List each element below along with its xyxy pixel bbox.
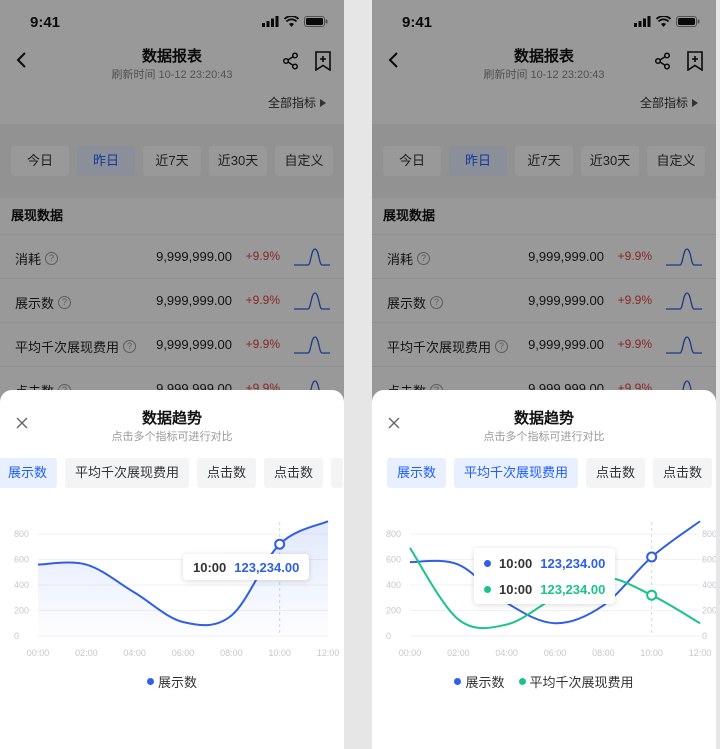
metric-chip-impressions[interactable]: 展示数 <box>387 458 447 488</box>
y-tick-label: 0 <box>14 631 19 641</box>
tooltip-value: 123,234.00 <box>540 555 606 571</box>
y-tick-label: 200 <box>14 606 29 616</box>
y-tick-label: 200 <box>386 606 401 616</box>
metric-chip-list: 展示数 平均千次展现费用 点击数 点击数 <box>387 458 713 488</box>
tooltip-row: 10:00 123,234.00 <box>484 550 605 576</box>
tooltip-time: 10:00 <box>499 581 533 597</box>
tooltip-row: 10:00 123,234.00 <box>484 576 605 602</box>
x-tick-label: 08:00 <box>592 648 615 658</box>
tooltip-value: 123,234.00 <box>540 581 606 597</box>
chart-legend: 展示数 平均千次展现费用 <box>372 672 716 691</box>
trend-bottom-sheet: 数据趋势 点击多个指标可进行对比 展示数 平均千次展现费用 点击数 点击数 02… <box>0 390 344 749</box>
tooltip-value: 123,234.00 <box>234 559 300 575</box>
y-tick-label: 800 <box>14 529 29 539</box>
highlight-point <box>274 538 286 550</box>
x-tick-label: 10:00 <box>268 648 291 658</box>
legend-dot <box>518 678 526 685</box>
trend-bottom-sheet: 数据趋势 点击多个指标可进行对比 展示数 平均千次展现费用 点击数 点击数 00… <box>372 390 716 749</box>
y-tick-label-right: 400 <box>702 580 716 590</box>
x-tick-label: 04:00 <box>123 648 146 658</box>
x-tick-label: 02:00 <box>75 648 98 658</box>
y-tick-label-right: 800 <box>702 529 716 539</box>
sheet-subtitle: 点击多个指标可进行对比 <box>111 431 233 443</box>
x-tick-label: 06:00 <box>544 648 567 658</box>
metric-chip-cpm[interactable]: 平均千次展现费用 <box>65 458 190 488</box>
legend-item[interactable]: 平均千次展现费用 <box>518 672 634 691</box>
tooltip-dot <box>484 559 491 567</box>
x-tick-label: 02:00 <box>447 648 470 658</box>
metric-chip-clicks[interactable]: 点击数 <box>586 458 646 488</box>
x-tick-label: 00:00 <box>399 648 422 658</box>
x-tick-label: 10:00 <box>640 648 663 658</box>
chart-legend: 展示数 <box>0 672 344 691</box>
y-tick-label: 400 <box>14 580 29 590</box>
highlight-point <box>646 551 658 563</box>
x-tick-label: 06:00 <box>172 648 195 658</box>
metric-chip-impressions[interactable]: 展示数 <box>0 458 58 488</box>
y-tick-label: 600 <box>14 555 29 565</box>
x-tick-label: 12:00 <box>689 648 712 658</box>
x-tick-label: 00:00 <box>27 648 50 658</box>
metric-chip-partial[interactable] <box>331 458 344 488</box>
legend-item[interactable]: 展示数 <box>146 672 197 691</box>
legend-dot <box>454 678 462 685</box>
x-tick-label: 08:00 <box>220 648 243 658</box>
tooltip-row: 10:00 123,234.00 <box>193 554 299 580</box>
y-tick-label-right: 200 <box>702 606 716 616</box>
metric-chip-list: 展示数 平均千次展现费用 点击数 点击数 <box>0 458 344 488</box>
chart-tooltip: 10:00 123,234.00 <box>183 554 310 580</box>
y-tick-label: 800 <box>386 529 401 539</box>
y-tick-label: 600 <box>386 555 401 565</box>
x-tick-label: 12:00 <box>317 648 340 658</box>
sheet-title: 数据趋势 <box>141 410 202 427</box>
phone-screen-compare: 9:41 数据报表 刷新时间 10-12 23:20:43 全部指标 今日 昨日… <box>372 0 716 749</box>
highlight-point <box>646 589 658 601</box>
tooltip-dot <box>484 585 491 593</box>
phone-screen-single: 9:41 数据报表 刷新时间 10-12 23:20:43 全部指标 今日 昨日… <box>0 0 344 749</box>
legend-item[interactable]: 展示数 <box>454 672 505 691</box>
y-tick-label-right: 0 <box>702 631 707 641</box>
tooltip-time: 10:00 <box>499 555 533 571</box>
metric-chip-cpm[interactable]: 平均千次展现费用 <box>454 458 579 488</box>
legend-label: 展示数 <box>465 675 505 690</box>
legend-label: 平均千次展现费用 <box>529 675 634 690</box>
y-tick-label: 400 <box>386 580 401 590</box>
metric-chip-clicks[interactable]: 点击数 <box>653 458 713 488</box>
y-tick-label-right: 600 <box>702 555 716 565</box>
sheet-subtitle: 点击多个指标可进行对比 <box>483 431 605 443</box>
metric-chip-clicks[interactable]: 点击数 <box>197 458 257 488</box>
metric-chip-clicks[interactable]: 点击数 <box>264 458 324 488</box>
sheet-title: 数据趋势 <box>513 410 574 427</box>
chart-tooltip: 10:00 123,234.00 10:00 123,234.00 <box>474 548 616 604</box>
legend-label: 展示数 <box>157 675 197 690</box>
y-tick-label: 0 <box>386 631 391 641</box>
legend-dot <box>146 678 154 685</box>
tooltip-time: 10:00 <box>193 559 227 575</box>
x-tick-label: 04:00 <box>495 648 518 658</box>
